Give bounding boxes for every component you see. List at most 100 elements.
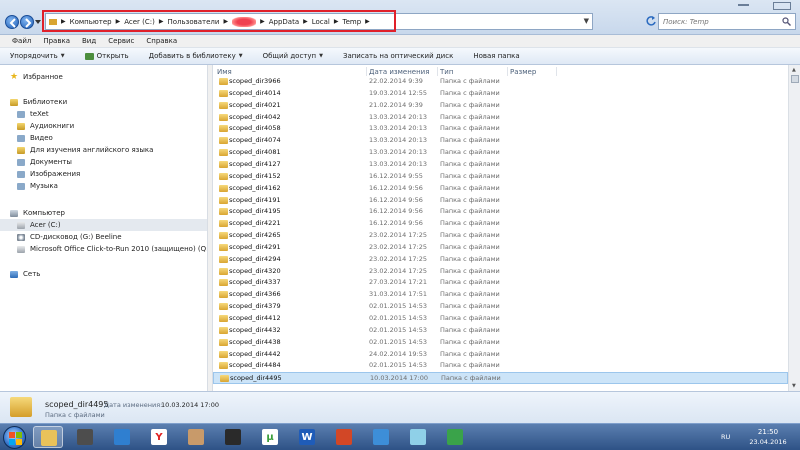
search-box[interactable]	[658, 13, 796, 30]
taskbar-app[interactable]: Y	[144, 426, 174, 448]
table-row[interactable]: scoped_dir4438 02.01.2015 14:53 Папка с фа…	[213, 337, 788, 349]
address-bar[interactable]: ▶ Компьютер ▶ Acer (C:) ▶ Пользователи ▶…	[45, 13, 593, 30]
search-icon[interactable]	[782, 17, 791, 26]
forward-button[interactable]	[20, 15, 34, 29]
column-type[interactable]: Тип	[440, 68, 453, 76]
table-row[interactable]: scoped_dir4221 16.12.2014 9:56 Папка с фай…	[213, 218, 788, 230]
nav-favorites[interactable]: ★ Избранное	[10, 71, 63, 83]
table-row[interactable]: scoped_dir4195 16.12.2014 9:56 Папка с фай…	[213, 206, 788, 218]
nav-lib-documents[interactable]: Документы	[17, 156, 72, 168]
table-row[interactable]: scoped_dir4021 21.02.2014 9:39 Папка с фай…	[213, 100, 788, 112]
clock-time[interactable]: 21:50	[744, 428, 792, 436]
chevron-right-icon[interactable]: ▶	[159, 18, 164, 25]
table-row[interactable]: scoped_dir4127 13.03.2014 20:13 Папка с фа…	[213, 159, 788, 171]
search-input[interactable]	[659, 14, 777, 29]
maximize-button[interactable]	[773, 2, 791, 10]
menu-file[interactable]: Файл	[12, 37, 31, 45]
taskbar-app[interactable]	[107, 426, 137, 448]
nav-lib-pictures[interactable]: Изображения	[17, 168, 80, 180]
nav-network[interactable]: Сеть	[10, 268, 40, 280]
menu-tools[interactable]: Сервис	[108, 37, 134, 45]
menu-edit[interactable]: Правка	[43, 37, 70, 45]
chevron-right-icon[interactable]: ▶	[223, 18, 228, 25]
address-dropdown-icon[interactable]: ▼	[584, 17, 589, 25]
table-row[interactable]: scoped_dir4042 13.03.2014 20:13 Папка с фа…	[213, 112, 788, 124]
nav-drive-g[interactable]: CD-дисковод (G:) Beeline	[17, 231, 122, 243]
table-row[interactable]: scoped_dir4152 16.12.2014 9:55 Папка с фай…	[213, 171, 788, 183]
crumb-computer[interactable]: Компьютер	[70, 18, 112, 26]
table-row[interactable]: scoped_dir4484 02.01.2015 14:53 Папка с фа…	[213, 360, 788, 372]
chevron-right-icon[interactable]: ▶	[61, 18, 66, 25]
crumb-appdata[interactable]: AppData	[269, 18, 299, 26]
column-divider[interactable]	[366, 67, 367, 76]
chevron-right-icon[interactable]: ▶	[116, 18, 121, 25]
chevron-right-icon[interactable]: ▶	[334, 18, 339, 25]
table-row[interactable]: scoped_dir4294 23.02.2014 17:25 Папка с фа…	[213, 254, 788, 266]
nav-computer[interactable]: Компьютер	[10, 207, 65, 219]
table-row[interactable]: scoped_dir4366 31.03.2014 17:51 Папка с фа…	[213, 289, 788, 301]
nav-lib-music[interactable]: Музыка	[17, 180, 58, 192]
menu-help[interactable]: Справка	[146, 37, 177, 45]
taskbar-app[interactable]	[329, 426, 359, 448]
table-row[interactable]: scoped_dir4162 16.12.2014 9:56 Папка с фай…	[213, 183, 788, 195]
column-name[interactable]: Имя	[217, 68, 232, 76]
table-row[interactable]: scoped_dir4191 16.12.2014 9:56 Папка с фай…	[213, 195, 788, 207]
taskbar-app[interactable]	[33, 426, 63, 448]
nav-libraries[interactable]: Библиотеки	[10, 96, 67, 108]
organize-button[interactable]: Упорядочить ▼	[10, 52, 65, 60]
crumb-local[interactable]: Local	[312, 18, 330, 26]
column-size[interactable]: Размер	[510, 68, 536, 76]
table-row[interactable]: scoped_dir4412 02.01.2015 14:53 Папка с фа…	[213, 313, 788, 325]
table-row[interactable]: scoped_dir4320 23.02.2014 17:25 Папка с фа…	[213, 266, 788, 278]
taskbar-app[interactable]	[403, 426, 433, 448]
taskbar-app[interactable]	[70, 426, 100, 448]
share-button[interactable]: Общий доступ ▼	[263, 52, 323, 60]
column-divider[interactable]	[556, 67, 557, 76]
scroll-up-icon[interactable]: ▲	[792, 67, 796, 73]
nav-lib-english[interactable]: Для изучения английского языка	[17, 144, 153, 156]
taskbar-app[interactable]: W	[292, 426, 322, 448]
open-button[interactable]: Открыть	[84, 52, 129, 60]
vertical-scrollbar[interactable]: ▲ ▼	[788, 65, 800, 391]
burn-button[interactable]: Записать на оптический диск	[343, 52, 453, 60]
clock-date[interactable]: 23.04.2016	[744, 438, 792, 446]
start-button[interactable]	[3, 426, 26, 449]
scroll-down-icon[interactable]: ▼	[792, 383, 796, 389]
taskbar-app[interactable]	[366, 426, 396, 448]
back-button[interactable]	[5, 15, 19, 29]
chevron-right-icon[interactable]: ▶	[303, 18, 308, 25]
recent-pages-icon[interactable]	[35, 19, 41, 25]
table-row[interactable]: scoped_dir4442 24.02.2014 19:53 Папка с фа…	[213, 349, 788, 361]
table-row[interactable]: scoped_dir4495 10.03.2014 17:00 Папка с фа…	[213, 372, 788, 384]
add-to-library-button[interactable]: Добавить в библиотеку ▼	[149, 52, 243, 60]
taskbar-app[interactable]	[440, 426, 470, 448]
nav-lib-texet[interactable]: teXet	[17, 108, 49, 120]
scroll-thumb[interactable]	[791, 75, 799, 83]
table-row[interactable]: scoped_dir4014 19.03.2014 12:55 Папка с фа…	[213, 88, 788, 100]
refresh-icon[interactable]	[645, 15, 657, 27]
column-divider[interactable]	[437, 67, 438, 76]
table-row[interactable]: scoped_dir4265 23.02.2014 17:25 Папка с фа…	[213, 230, 788, 242]
taskbar-app[interactable]	[181, 426, 211, 448]
chevron-right-icon[interactable]: ▶	[365, 18, 370, 25]
table-row[interactable]: scoped_dir3966 22.02.2014 9:39 Папка с фай…	[213, 76, 788, 88]
menu-view[interactable]: Вид	[82, 37, 96, 45]
nav-drive-c[interactable]: Acer (C:)	[0, 219, 207, 231]
chevron-right-icon[interactable]: ▶	[260, 18, 265, 25]
nav-drive-q[interactable]: Microsoft Office Click-to-Run 2010 (защи…	[17, 243, 211, 255]
table-row[interactable]: scoped_dir4058 13.03.2014 20:13 Папка с фа…	[213, 123, 788, 135]
nav-lib-video[interactable]: Видео	[17, 132, 53, 144]
new-folder-button[interactable]: Новая папка	[473, 52, 519, 60]
column-divider[interactable]	[507, 67, 508, 76]
crumb-drive[interactable]: Acer (C:)	[124, 18, 155, 26]
taskbar-app[interactable]: µ	[255, 426, 285, 448]
table-row[interactable]: scoped_dir4074 13.03.2014 20:13 Папка с фа…	[213, 135, 788, 147]
table-row[interactable]: scoped_dir4291 23.02.2014 17:25 Папка с фа…	[213, 242, 788, 254]
column-date[interactable]: Дата изменения	[369, 68, 429, 76]
taskbar-app[interactable]	[218, 426, 248, 448]
language-indicator[interactable]: RU	[721, 433, 730, 441]
crumb-users[interactable]: Пользователи	[167, 18, 219, 26]
nav-lib-audiobooks[interactable]: Аудиокниги	[17, 120, 74, 132]
table-row[interactable]: scoped_dir4379 02.01.2015 14:53 Папка с фа…	[213, 301, 788, 313]
table-row[interactable]: scoped_dir4081 13.03.2014 20:13 Папка с фа…	[213, 147, 788, 159]
